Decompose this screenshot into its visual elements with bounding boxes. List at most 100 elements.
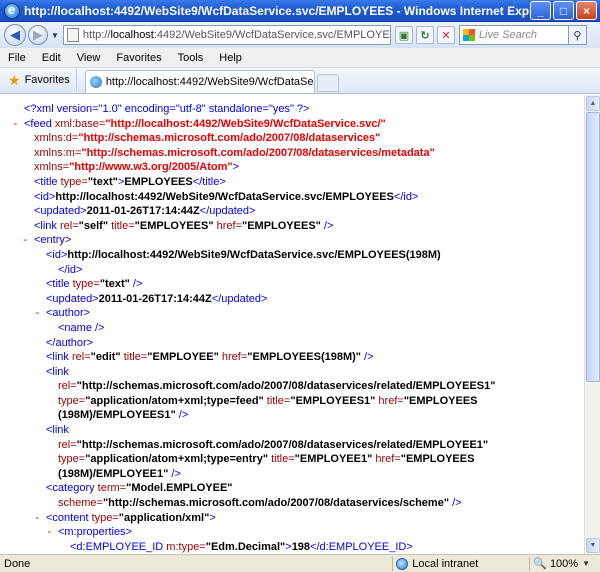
xml-token: "EMPLOYEES(198M)" [247,351,361,364]
scroll-up-icon[interactable]: ▲ [586,96,600,111]
collapse-toggle[interactable]: - [22,233,29,248]
xml-token: <updated> [46,292,99,305]
xml-line: </id> [0,263,584,278]
xml-token: "EMPLOYEES" [134,219,214,232]
menu-edit[interactable]: Edit [42,52,61,64]
status-bar: Done Local intranet 🔍 100% ▼ [0,554,600,572]
address-input[interactable]: http://localhost:4492/WebSite9/WcfDataSe… [62,25,391,45]
menu-help[interactable]: Help [219,52,242,64]
xml-token: "self" [78,219,109,232]
back-button[interactable]: ◀ [4,24,26,46]
favorites-label: Favorites [24,74,70,86]
xml-token: href= [213,219,242,232]
xml-token: title= [120,351,148,364]
window-title: http://localhost:4492/WebSite9/WcfDataSe… [24,3,530,18]
zoom-dropdown-icon[interactable]: ▼ [582,559,590,568]
collapse-toggle[interactable]: - [46,525,53,540]
zone-label: Local intranet [412,557,479,570]
menu-view[interactable]: View [77,52,101,64]
xml-token: <d:EMPLOYEE_ID [70,540,167,553]
xml-token: > [232,161,240,174]
xml-token: rel= [58,438,77,451]
xml-token: <entry> [34,234,72,247]
new-tab-button[interactable] [316,74,339,92]
search-input[interactable]: Live Search [458,25,569,45]
xml-token: http://localhost:4492/WebSite9/WcfDataSe… [55,190,394,203]
xml-token: "http://schemas.microsoft.com/ado/2007/0… [102,497,450,510]
refresh-button[interactable]: ↻ [415,26,434,44]
tab-current[interactable]: http://localhost:4492/WebSite9/WcfDataSe… [84,70,315,93]
live-search-icon [462,29,475,41]
xml-line: <title type="text" /> [0,277,584,292]
vertical-scrollbar[interactable]: ▲ ▼ [584,95,600,554]
page-icon [66,28,79,42]
scroll-down-icon[interactable]: ▼ [586,538,600,553]
history-dropdown-icon[interactable]: ▼ [51,31,59,40]
xml-line: (198M)/EMPLOYEE1" /> [0,467,584,482]
menu-favorites[interactable]: Favorites [116,52,161,64]
xml-token: </updated> [211,292,268,305]
xml-token: rel= [60,219,79,232]
xml-token: href= [375,394,404,407]
xml-line: <category term="Model.EMPLOYEE" [0,481,584,496]
xml-line: <updated>2011-01-26T17:14:44Z</updated> [0,204,584,219]
menu-file[interactable]: File [8,52,26,64]
menu-tools[interactable]: Tools [178,52,204,64]
xml-token: <link [34,219,60,232]
xml-token: "http://schemas.microsoft.com/ado/2007/0… [81,146,435,159]
search-button[interactable]: ⚲ [568,25,587,45]
status-divider [529,556,531,571]
globe-icon [396,557,409,570]
close-button[interactable]: × [576,1,597,20]
xml-token: type= [58,453,86,466]
xml-token: xml:base= [54,117,106,130]
title-bar: http://localhost:4492/WebSite9/WcfDataSe… [0,0,600,22]
xml-line: </author> [0,336,584,351]
star-icon: ★ [8,72,21,88]
xml-line: <title type="text">EMPLOYEES</title> [0,175,584,190]
xml-token: <feed [24,117,55,130]
xml-token: title= [263,394,291,407]
xml-token: "http://schemas.microsoft.com/ado/2007/0… [78,132,381,145]
xml-line: scheme="http://schemas.microsoft.com/ado… [0,496,584,511]
xml-token: href= [218,351,248,364]
xml-line: <name /> [0,321,584,336]
zoom-control[interactable]: 🔍 100% ▼ [533,557,600,571]
xml-token: xmlns= [34,161,70,174]
xml-line: - <entry> [0,233,584,248]
maximize-button[interactable]: □ [553,1,574,20]
favorites-button[interactable]: ★ Favorites [2,69,77,91]
xml-line: xmlns:d="http://schemas.microsoft.com/ad… [0,131,584,146]
xml-token: title= [268,453,295,466]
scroll-thumb[interactable] [586,112,600,382]
minimize-button[interactable]: _ [530,1,551,20]
forward-button[interactable]: ▶ [28,25,48,45]
collapse-toggle[interactable]: - [12,117,19,132]
menu-bar: File Edit View Favorites Tools Help [0,48,600,68]
xml-token: </author> [46,336,94,349]
xml-token: "Model.EMPLOYEE" [126,482,233,495]
url-host: localhost [110,29,154,41]
xml-token: "Edm.Decimal" [205,540,286,553]
stop-button[interactable]: ✕ [436,26,455,44]
xml-token: type= [91,511,119,524]
xml-token: "http://schemas.microsoft.com/ado/2007/0… [76,438,489,451]
xml-line: rel="http://schemas.microsoft.com/ado/20… [0,379,584,394]
xml-token: (198M)/EMPLOYEES1" [58,409,176,422]
xml-token: <?xml version="1.0" encoding="utf-8" sta… [24,103,310,115]
xml-token: /> [175,409,189,422]
collapse-toggle[interactable]: - [34,306,41,321]
security-zone[interactable]: Local intranet [396,557,526,570]
xml-token: rel= [72,351,91,364]
xml-token: <link [46,351,72,364]
xml-token: /> [168,467,181,480]
xml-token: 2011-01-26T17:14:44Z [86,205,200,218]
xml-token: "application/xml" [118,511,210,524]
compatibility-icon[interactable]: ▣ [394,26,413,44]
xml-token: <author> [46,307,91,320]
xml-line: rel="http://schemas.microsoft.com/ado/20… [0,438,584,453]
collapse-toggle[interactable]: - [34,511,41,526]
status-divider [392,556,394,571]
xml-token: <link [46,365,69,378]
xml-token: EMPLOYEES [124,175,193,188]
